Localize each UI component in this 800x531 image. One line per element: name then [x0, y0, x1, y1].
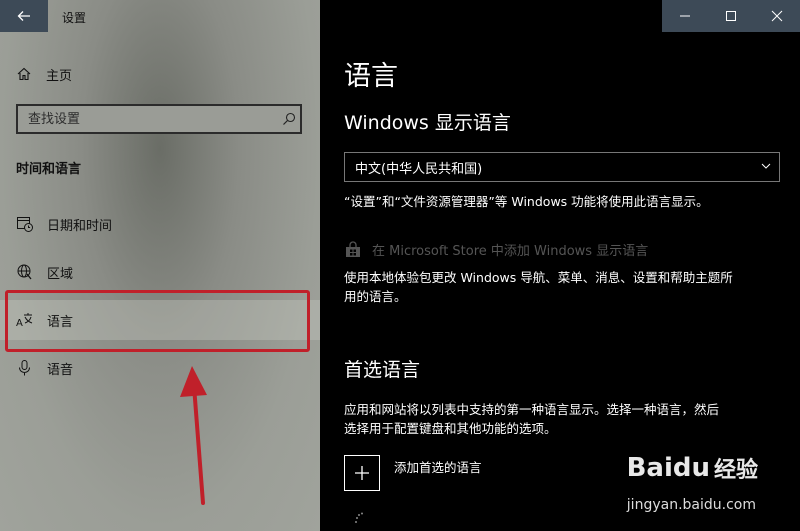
sidebar-item-speech[interactable]: 语音: [0, 348, 320, 388]
back-arrow-icon: [17, 11, 30, 21]
store-description: 使用本地体验包更改 Windows 导航、菜单、消息、设置和帮助主题所 用的语言…: [344, 268, 733, 306]
app-title: 设置: [62, 11, 87, 25]
loading-spinner-icon: [355, 512, 363, 523]
store-description-line: 使用本地体验包更改 Windows 导航、菜单、消息、设置和帮助主题所: [344, 270, 733, 285]
sidebar-item-label: 语音: [47, 362, 74, 378]
minimize-button[interactable]: [662, 0, 708, 32]
chevron-down-icon: [761, 161, 777, 174]
main-content: 语言 Windows 显示语言 中文(中华人民共和国) “设置”和“文件资源管理…: [320, 0, 800, 531]
window-controls: [662, 0, 800, 32]
maximize-icon: [726, 11, 736, 21]
watermark-cn: 经验: [713, 458, 758, 483]
display-language-description: “设置”和“文件资源管理器”等 Windows 功能将使用此语言显示。: [344, 194, 709, 209]
preferred-description-line: 选择用于配置键盘和其他功能的选项。: [344, 421, 557, 436]
section-title: 时间和语言: [16, 162, 82, 177]
search-box[interactable]: [16, 104, 302, 134]
microphone-icon: [16, 359, 34, 377]
add-language-button[interactable]: 添加首选的语言: [344, 455, 482, 491]
highlight-box: [5, 290, 310, 352]
page-title: 语言: [344, 61, 398, 92]
preferred-languages-heading: 首选语言: [344, 359, 421, 381]
sidebar-item-region[interactable]: 区域: [0, 252, 320, 292]
home-label: 主页: [46, 68, 73, 84]
sidebar-item-label: 日期和时间: [47, 218, 113, 234]
add-language-label: 添加首选的语言: [394, 460, 482, 475]
search-icon[interactable]: [278, 112, 300, 126]
display-language-heading: Windows 显示语言: [344, 112, 511, 134]
close-button[interactable]: [754, 0, 800, 32]
maximize-button[interactable]: [708, 0, 754, 32]
preferred-description-line: 应用和网站将以列表中支持的第一种语言显示。选择一种语言，然后: [344, 402, 720, 417]
minimize-icon: [680, 15, 690, 17]
close-icon: [771, 10, 783, 22]
store-link[interactable]: 在 Microsoft Store 中添加 Windows 显示语言: [344, 240, 648, 259]
home-icon: [17, 67, 31, 81]
preferred-languages-description: 应用和网站将以列表中支持的第一种语言显示。选择一种语言，然后 选择用于配置键盘和…: [344, 400, 719, 438]
sidebar-item-label: 区域: [47, 266, 74, 282]
baidu-logo: Baidu: [626, 453, 710, 483]
sidebar: 设置 主页 时间和语言 日期和时间 区域 A 语言 语音: [0, 0, 320, 531]
search-input[interactable]: [18, 110, 278, 128]
back-button[interactable]: [0, 0, 48, 32]
display-language-select[interactable]: 中文(中华人民共和国): [344, 152, 780, 182]
globe-icon: [16, 263, 34, 281]
titlebar: 设置: [0, 0, 320, 32]
store-icon: [346, 240, 360, 257]
store-description-line: 用的语言。: [344, 289, 407, 304]
home-nav-item[interactable]: 主页: [16, 62, 72, 86]
calendar-clock-icon: [16, 215, 34, 233]
store-link-label: 在 Microsoft Store 中添加 Windows 显示语言: [372, 244, 649, 259]
plus-icon: [344, 455, 380, 491]
sidebar-item-date-time[interactable]: 日期和时间: [0, 204, 320, 244]
display-language-value: 中文(中华人民共和国): [355, 161, 483, 177]
watermark-url: jingyan.baidu.com: [626, 497, 756, 513]
baidu-watermark: Baidu 经验: [627, 452, 758, 484]
